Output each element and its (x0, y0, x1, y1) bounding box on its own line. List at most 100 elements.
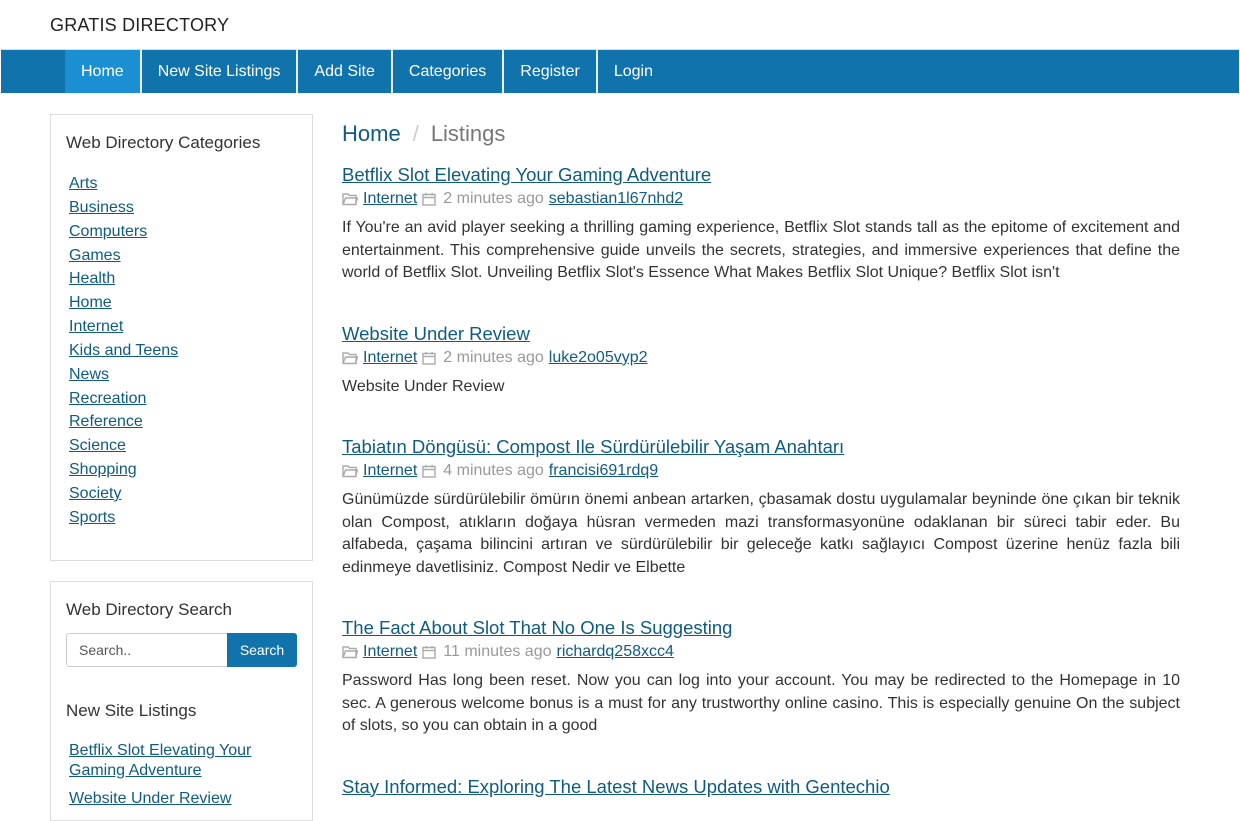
category-item: Internet (69, 315, 297, 339)
category-link-computers[interactable]: Computers (69, 223, 147, 240)
category-item: Recreation (69, 387, 297, 411)
search-input[interactable] (66, 633, 227, 667)
category-item: Arts (69, 172, 297, 196)
category-item: Kids and Teens (69, 339, 297, 363)
nav-new-site-listings[interactable]: New Site Listings (142, 50, 299, 93)
search-button[interactable]: Search (227, 633, 297, 667)
listing-user-link[interactable]: sebastian1l67nhd2 (549, 188, 683, 210)
listing-item: The Fact About Slot That No One Is Sugge… (342, 616, 1180, 738)
listing-time: 2 minutes ago (443, 348, 544, 366)
new-listing-item: Betflix Slot Elevating Your Gaming Adven… (69, 741, 297, 780)
listing-title-link[interactable]: Stay Informed: Exploring The Latest News… (342, 776, 890, 797)
nav-add-site[interactable]: Add Site (298, 50, 393, 93)
category-link-business[interactable]: Business (69, 199, 134, 216)
category-link-games[interactable]: Games (69, 247, 121, 264)
new-listings-list: Betflix Slot Elevating Your Gaming Adven… (66, 741, 297, 809)
category-link-arts[interactable]: Arts (69, 175, 97, 192)
category-item: Games (69, 244, 297, 268)
main-nav: Home New Site Listings Add Site Categori… (1, 50, 1239, 93)
header: GRATIS DIRECTORY (0, 0, 1240, 50)
listing-user-link[interactable]: richardq258xcc4 (556, 641, 673, 663)
listing-title-link[interactable]: Tabiatın Döngüsü: Compost Ile Sürdürüleb… (342, 436, 844, 457)
category-link-recreation[interactable]: Recreation (69, 390, 146, 407)
listing-meta: Internet 2 minutes ago luke2o05vyp2 (342, 347, 1180, 369)
category-link-sports[interactable]: Sports (69, 509, 115, 526)
listing-description: If You're an avid player seeking a thril… (342, 219, 1180, 281)
listing-description: Password Has long been reset. Now you ca… (342, 672, 1180, 734)
listing-meta: Internet 2 minutes ago sebastian1l67nhd2 (342, 188, 1180, 210)
category-link-health[interactable]: Health (69, 270, 115, 287)
category-list: Arts Business Computers Games Health Hom… (66, 172, 297, 530)
listing-title: Tabiatın Döngüsü: Compost Ile Sürdürüleb… (342, 435, 1180, 459)
category-item: Science (69, 434, 297, 458)
category-item: Shopping (69, 458, 297, 482)
category-item: Computers (69, 220, 297, 244)
calendar-icon (422, 192, 438, 206)
breadcrumb-current: Listings (430, 121, 506, 146)
listing-title-link[interactable]: Betflix Slot Elevating Your Gaming Adven… (342, 164, 711, 185)
listing-description: Günümüzde sürdürülebilir ömürın önemi an… (342, 491, 1180, 576)
listing-item: Stay Informed: Exploring The Latest News… (342, 775, 1180, 799)
nav-home[interactable]: Home (65, 50, 142, 93)
listing-time: 4 minutes ago (443, 462, 544, 479)
sidebar: Web Directory Categories Arts Business C… (50, 114, 313, 821)
new-listing-link[interactable]: Betflix Slot Elevating Your Gaming Adven… (69, 742, 251, 779)
listing-title-link[interactable]: Website Under Review (342, 323, 530, 344)
search-form: Search (66, 633, 297, 667)
calendar-icon (422, 464, 438, 478)
listing-category-link[interactable]: Internet (363, 188, 417, 210)
category-link-society[interactable]: Society (69, 485, 121, 502)
folder-icon (342, 351, 358, 365)
listing-title: Betflix Slot Elevating Your Gaming Adven… (342, 163, 1180, 187)
listing-meta: Internet 4 minutes ago francisi691rdq9 (342, 460, 1180, 482)
category-link-science[interactable]: Science (69, 437, 126, 454)
folder-icon (342, 464, 358, 478)
breadcrumb-separator: / (412, 121, 419, 146)
listing-title: Stay Informed: Exploring The Latest News… (342, 775, 1180, 799)
categories-title: Web Directory Categories (66, 133, 261, 152)
category-link-kids-and-teens[interactable]: Kids and Teens (69, 342, 178, 359)
listing-title: The Fact About Slot That No One Is Sugge… (342, 616, 1180, 640)
listing-user-link[interactable]: francisi691rdq9 (549, 460, 658, 482)
category-link-home[interactable]: Home (69, 294, 112, 311)
categories-panel: Web Directory Categories Arts Business C… (50, 114, 313, 561)
calendar-icon (422, 645, 438, 659)
listing-user-link[interactable]: luke2o05vyp2 (549, 347, 648, 369)
category-link-news[interactable]: News (69, 366, 109, 383)
search-title: Web Directory Search (66, 600, 232, 619)
category-item: Sports (69, 506, 297, 530)
category-link-internet[interactable]: Internet (69, 318, 123, 335)
search-panel: Web Directory Search Search New Site Lis… (50, 581, 313, 821)
new-listing-link[interactable]: Website Under Review (69, 790, 231, 807)
folder-icon (342, 192, 358, 206)
listing-description: Website Under Review (342, 377, 505, 395)
folder-icon (342, 645, 358, 659)
main-content: Home / Listings Betflix Slot Elevating Y… (342, 114, 1180, 799)
new-listing-item: Website Under Review (69, 789, 297, 809)
nav-register[interactable]: Register (504, 50, 598, 93)
nav-categories[interactable]: Categories (393, 50, 505, 93)
listing-category-link[interactable]: Internet (363, 460, 417, 482)
category-item: Society (69, 482, 297, 506)
listing-item: Tabiatın Döngüsü: Compost Ile Sürdürüleb… (342, 435, 1180, 579)
calendar-icon (422, 351, 438, 365)
category-item: News (69, 363, 297, 387)
category-link-shopping[interactable]: Shopping (69, 461, 137, 478)
brand-logo[interactable]: GRATIS DIRECTORY (50, 15, 229, 36)
listing-time: 2 minutes ago (443, 190, 544, 207)
listing-time: 11 minutes ago (443, 643, 552, 660)
listing-title: Website Under Review (342, 322, 1180, 346)
category-item: Reference (69, 410, 297, 434)
nav-login[interactable]: Login (598, 50, 669, 93)
listing-category-link[interactable]: Internet (363, 641, 417, 663)
new-listings-title: New Site Listings (66, 701, 197, 720)
breadcrumb-home[interactable]: Home (342, 121, 401, 147)
category-item: Home (69, 291, 297, 315)
listing-item: Betflix Slot Elevating Your Gaming Adven… (342, 163, 1180, 285)
listing-title-link[interactable]: The Fact About Slot That No One Is Sugge… (342, 617, 732, 638)
listing-meta: Internet 11 minutes ago richardq258xcc4 (342, 641, 1180, 663)
category-item: Business (69, 196, 297, 220)
category-link-reference[interactable]: Reference (69, 413, 143, 430)
listing-category-link[interactable]: Internet (363, 347, 417, 369)
listing-item: Website Under Review Internet 2 minutes … (342, 322, 1180, 399)
